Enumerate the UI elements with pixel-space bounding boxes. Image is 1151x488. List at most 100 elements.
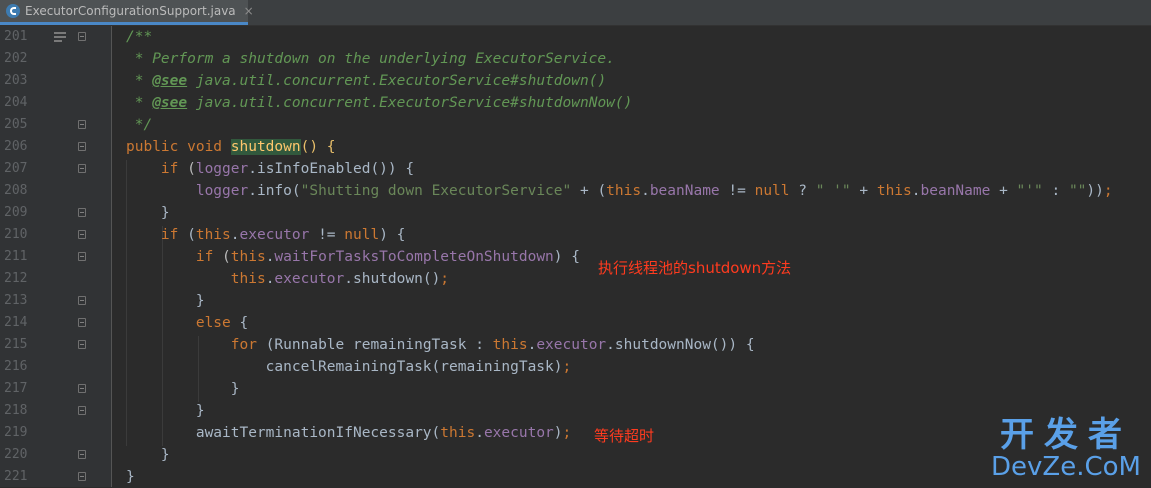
code-token: for bbox=[126, 337, 266, 353]
code-token: logger bbox=[195, 183, 249, 199]
code-token: { bbox=[239, 315, 249, 331]
line-number: 213 bbox=[4, 293, 28, 308]
code-token: != bbox=[309, 227, 345, 243]
code-text: } bbox=[126, 290, 205, 312]
code-token: + ( bbox=[571, 183, 607, 199]
code-line: 205 */ bbox=[0, 114, 1151, 136]
code-line: 214 else { bbox=[0, 312, 1151, 334]
code-token: } bbox=[126, 381, 240, 397]
code-token: "Shutting down ExecutorService" bbox=[300, 183, 572, 199]
code-token: beanName bbox=[920, 183, 991, 199]
code-token: : bbox=[1042, 183, 1069, 199]
line-number: 217 bbox=[4, 381, 28, 396]
line-number: 219 bbox=[4, 425, 28, 440]
code-line: 218 } bbox=[0, 400, 1151, 422]
code-line: 212 this.executor.shutdown(); bbox=[0, 268, 1151, 290]
fold-marker-icon[interactable] bbox=[78, 472, 86, 481]
code-line: 213 } bbox=[0, 290, 1151, 312]
fold-marker-icon[interactable] bbox=[78, 252, 86, 261]
code-text: if (this.executor != null) { bbox=[126, 224, 405, 246]
line-number: 218 bbox=[4, 403, 28, 418]
code-token: ( bbox=[222, 249, 231, 265]
line-number: 205 bbox=[4, 117, 28, 132]
code-line: 208 logger.info("Shutting down ExecutorS… bbox=[0, 180, 1151, 202]
code-token: null bbox=[344, 227, 380, 243]
structure-icon[interactable] bbox=[54, 32, 66, 42]
line-number: 209 bbox=[4, 205, 28, 220]
code-text: awaitTerminationIfNecessary(this.executo… bbox=[126, 422, 571, 444]
code-token: cancelRemainingTask(remainingTask) bbox=[126, 359, 563, 375]
code-token: } bbox=[126, 293, 205, 309]
fold-marker-icon[interactable] bbox=[78, 318, 86, 327]
code-token: logger bbox=[195, 161, 249, 177]
watermark-en: DevZe.CoM bbox=[991, 452, 1141, 482]
fold-marker-icon[interactable] bbox=[78, 32, 86, 41]
line-number: 206 bbox=[4, 139, 28, 154]
code-token: * bbox=[126, 95, 153, 111]
code-token: executor bbox=[536, 337, 607, 353]
code-token: . bbox=[641, 183, 650, 199]
fold-marker-icon[interactable] bbox=[78, 340, 86, 349]
line-number: 216 bbox=[4, 359, 28, 374]
fold-marker-icon[interactable] bbox=[78, 230, 86, 239]
code-token: else bbox=[126, 315, 240, 331]
code-text: if (this.waitForTasksToCompleteOnShutdow… bbox=[126, 246, 580, 268]
code-token: ? bbox=[789, 183, 816, 199]
fold-marker-icon[interactable] bbox=[78, 164, 86, 173]
code-token: this bbox=[440, 425, 476, 441]
fold-marker-icon[interactable] bbox=[78, 406, 86, 415]
code-text: * Perform a shutdown on the underlying E… bbox=[126, 48, 615, 70]
code-text: } bbox=[126, 466, 135, 488]
code-line: 204 * @see java.util.concurrent.Executor… bbox=[0, 92, 1151, 114]
code-token: this bbox=[606, 183, 642, 199]
code-text: else { bbox=[126, 312, 248, 334]
java-class-icon bbox=[6, 4, 20, 18]
code-token: if bbox=[126, 161, 188, 177]
code-text: /** bbox=[126, 26, 152, 48]
code-line: 215 for (Runnable remainingTask : this.e… bbox=[0, 334, 1151, 356]
code-token: + bbox=[850, 183, 877, 199]
code-line: 221} bbox=[0, 466, 1151, 488]
code-token: ) bbox=[553, 425, 563, 441]
code-text: this.executor.shutdown(); bbox=[126, 268, 449, 290]
code-token: () { bbox=[300, 139, 336, 155]
code-token: } bbox=[126, 403, 205, 419]
close-icon[interactable]: × bbox=[244, 4, 254, 18]
code-token: this bbox=[492, 337, 528, 353]
code-token: } bbox=[126, 447, 170, 463]
code-line: 219 awaitTerminationIfNecessary(this.exe… bbox=[0, 422, 1151, 444]
fold-marker-icon[interactable] bbox=[78, 142, 86, 151]
annotation-shutdown-note: 执行线程池的shutdown方法 bbox=[598, 259, 792, 277]
editor-tab-bar: ExecutorConfigurationSupport.java × bbox=[0, 0, 1151, 26]
code-token: ; bbox=[440, 271, 450, 287]
fold-marker-icon[interactable] bbox=[78, 208, 86, 217]
line-number: 208 bbox=[4, 183, 28, 198]
code-line: 220 } bbox=[0, 444, 1151, 466]
fold-marker-icon[interactable] bbox=[78, 296, 86, 305]
line-number: 207 bbox=[4, 161, 28, 176]
line-number: 203 bbox=[4, 73, 28, 88]
annotation-await-note: 等待超时 bbox=[594, 427, 655, 445]
code-token: ( bbox=[187, 161, 196, 177]
code-token: shutdown bbox=[230, 139, 301, 155]
code-token: this bbox=[876, 183, 912, 199]
code-token: this bbox=[230, 271, 266, 287]
code-token: } bbox=[126, 205, 170, 221]
line-number: 202 bbox=[4, 51, 28, 66]
code-token: ) { bbox=[553, 249, 580, 265]
fold-marker-icon[interactable] bbox=[78, 120, 86, 129]
code-token: if bbox=[126, 227, 188, 243]
tab-executor-configuration-support[interactable]: ExecutorConfigurationSupport.java × bbox=[0, 0, 254, 25]
code-editor[interactable]: 201 /** 202 * Perform a shutdown on the un… bbox=[0, 26, 1151, 487]
code-line: 202 * Perform a shutdown on the underlyi… bbox=[0, 48, 1151, 70]
code-token: .isInfoEnabled()) { bbox=[248, 161, 415, 177]
fold-marker-icon[interactable] bbox=[78, 450, 86, 459]
code-text: cancelRemainingTask(remainingTask); bbox=[126, 356, 572, 378]
code-token: != bbox=[719, 183, 755, 199]
code-line: 201 /** bbox=[0, 26, 1151, 48]
code-token: java.util.concurrent.ExecutorService bbox=[187, 73, 511, 89]
code-token: #shutdownNow() bbox=[510, 95, 633, 111]
code-line: 217 } bbox=[0, 378, 1151, 400]
fold-marker-icon[interactable] bbox=[78, 384, 86, 393]
